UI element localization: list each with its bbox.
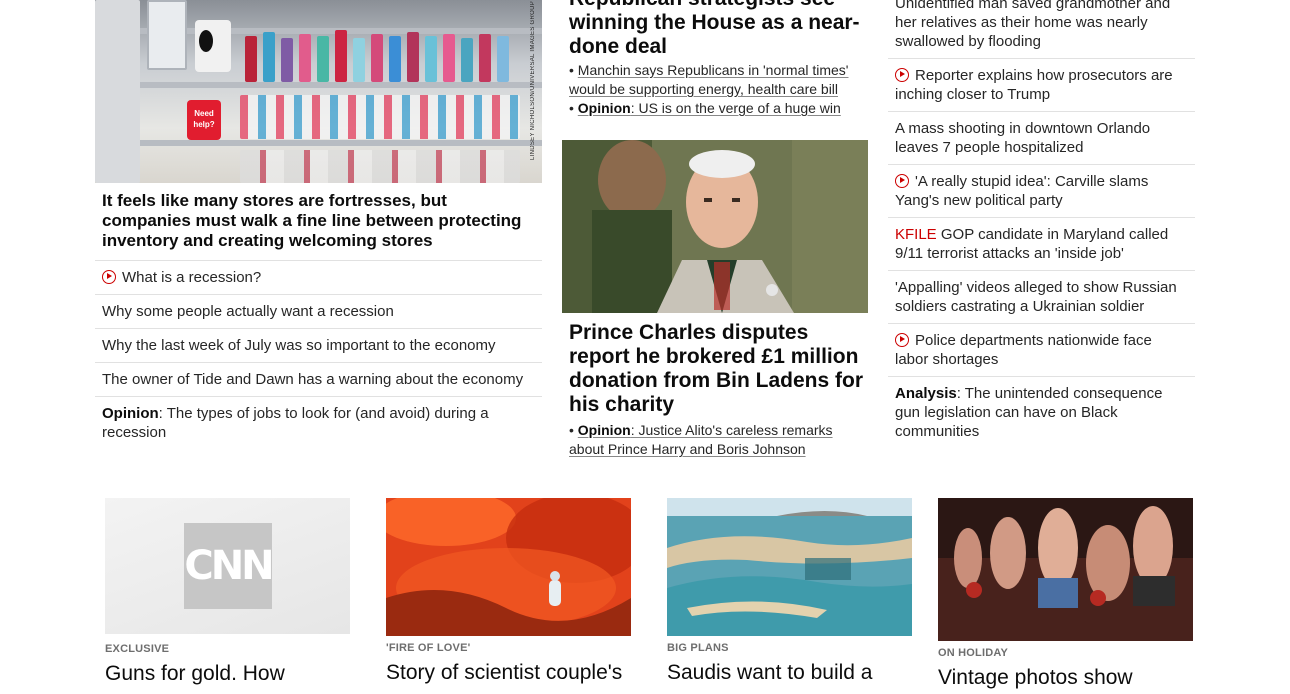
need-help-sign: Need help? bbox=[187, 100, 221, 140]
bullet-link[interactable]: • Opinion: US is on the verge of a huge … bbox=[569, 99, 864, 118]
store-fortress-headline[interactable]: It feels like many stores are fortresses… bbox=[95, 183, 542, 261]
bullet-link[interactable]: • Manchin says Republicans in 'normal ti… bbox=[569, 61, 864, 99]
prince-charles-image[interactable] bbox=[562, 140, 868, 313]
bullet-link[interactable]: • Opinion: Justice Alito's careless rema… bbox=[569, 421, 864, 459]
list-item[interactable]: 'Appalling' videos alleged to show Russi… bbox=[888, 271, 1195, 324]
list-item[interactable]: 'A really stupid idea': Carville slams Y… bbox=[888, 165, 1195, 218]
card-title[interactable]: Saudis want to build a bbox=[667, 660, 912, 686]
story-card[interactable]: ON HOLIDAY Vintage photos show bbox=[938, 498, 1193, 691]
list-item[interactable]: Analysis: The unintended consequence gun… bbox=[888, 377, 1195, 448]
card-title[interactable]: Story of scientist couple's bbox=[386, 660, 631, 686]
play-video-icon bbox=[895, 174, 909, 188]
cnn-logo: CNN bbox=[184, 523, 275, 609]
list-item[interactable]: Why the last week of July was so importa… bbox=[95, 329, 542, 363]
republican-strategists-headline[interactable]: Republican strategists see winning the H… bbox=[569, 0, 864, 59]
list-item[interactable]: What is a recession? bbox=[95, 261, 542, 295]
story-card[interactable]: CNN EXCLUSIVE Guns for gold. How bbox=[105, 498, 350, 687]
saudi-coast-image bbox=[667, 498, 912, 636]
list-item[interactable]: KFILE GOP candidate in Maryland called 9… bbox=[888, 218, 1195, 271]
list-item[interactable]: Unidentified man saved grandmother and h… bbox=[888, 0, 1195, 59]
volcano-image bbox=[386, 498, 631, 636]
play-video-icon bbox=[102, 270, 116, 284]
list-item[interactable]: Police departments nationwide face labor… bbox=[888, 324, 1195, 377]
card-kicker: ON HOLIDAY bbox=[938, 647, 1009, 659]
related-bullets: • Manchin says Republicans in 'normal ti… bbox=[569, 61, 864, 118]
play-video-icon bbox=[895, 68, 909, 82]
kfile-label: KFILE bbox=[895, 226, 937, 243]
vintage-holiday-image bbox=[938, 498, 1193, 641]
list-item[interactable]: The owner of Tide and Dawn has a warning… bbox=[95, 363, 542, 397]
card-kicker: EXCLUSIVE bbox=[105, 643, 170, 655]
card-kicker: 'FIRE OF LOVE' bbox=[386, 642, 471, 654]
list-item[interactable]: Reporter explains how prosecutors are in… bbox=[888, 59, 1195, 112]
prince-charles-headline[interactable]: Prince Charles disputes report he broker… bbox=[569, 321, 864, 417]
right-column: Unidentified man saved grandmother and h… bbox=[888, 0, 1195, 448]
card-title[interactable]: Vintage photos show bbox=[938, 665, 1193, 691]
left-related-list: What is a recession? Why some people act… bbox=[95, 261, 542, 449]
analysis-label: Analysis bbox=[895, 385, 957, 402]
card-title[interactable]: Guns for gold. How bbox=[105, 661, 350, 687]
story-card[interactable]: BIG PLANS Saudis want to build a bbox=[667, 498, 912, 686]
story-card[interactable]: 'FIRE OF LOVE' Story of scientist couple… bbox=[386, 498, 631, 686]
store-shelves-image[interactable]: Need help? LINDSEY NICHOLSON/UNIVERSAL I… bbox=[95, 0, 542, 183]
cnn-placeholder-image: CNN bbox=[105, 498, 350, 634]
photo-credit: LINDSEY NICHOLSON/UNIVERSAL IMAGES GROUP bbox=[530, 0, 536, 160]
list-item[interactable]: Opinion: The types of jobs to look for (… bbox=[95, 397, 542, 449]
list-item[interactable]: A mass shooting in downtown Orlando leav… bbox=[888, 112, 1195, 165]
prince-charles-photo bbox=[562, 140, 868, 313]
left-column: Need help? LINDSEY NICHOLSON/UNIVERSAL I… bbox=[95, 0, 542, 449]
card-kicker: BIG PLANS bbox=[667, 642, 729, 654]
opinion-label: Opinion bbox=[102, 405, 159, 422]
play-video-icon bbox=[895, 333, 909, 347]
list-item[interactable]: Why some people actually want a recessio… bbox=[95, 295, 542, 329]
